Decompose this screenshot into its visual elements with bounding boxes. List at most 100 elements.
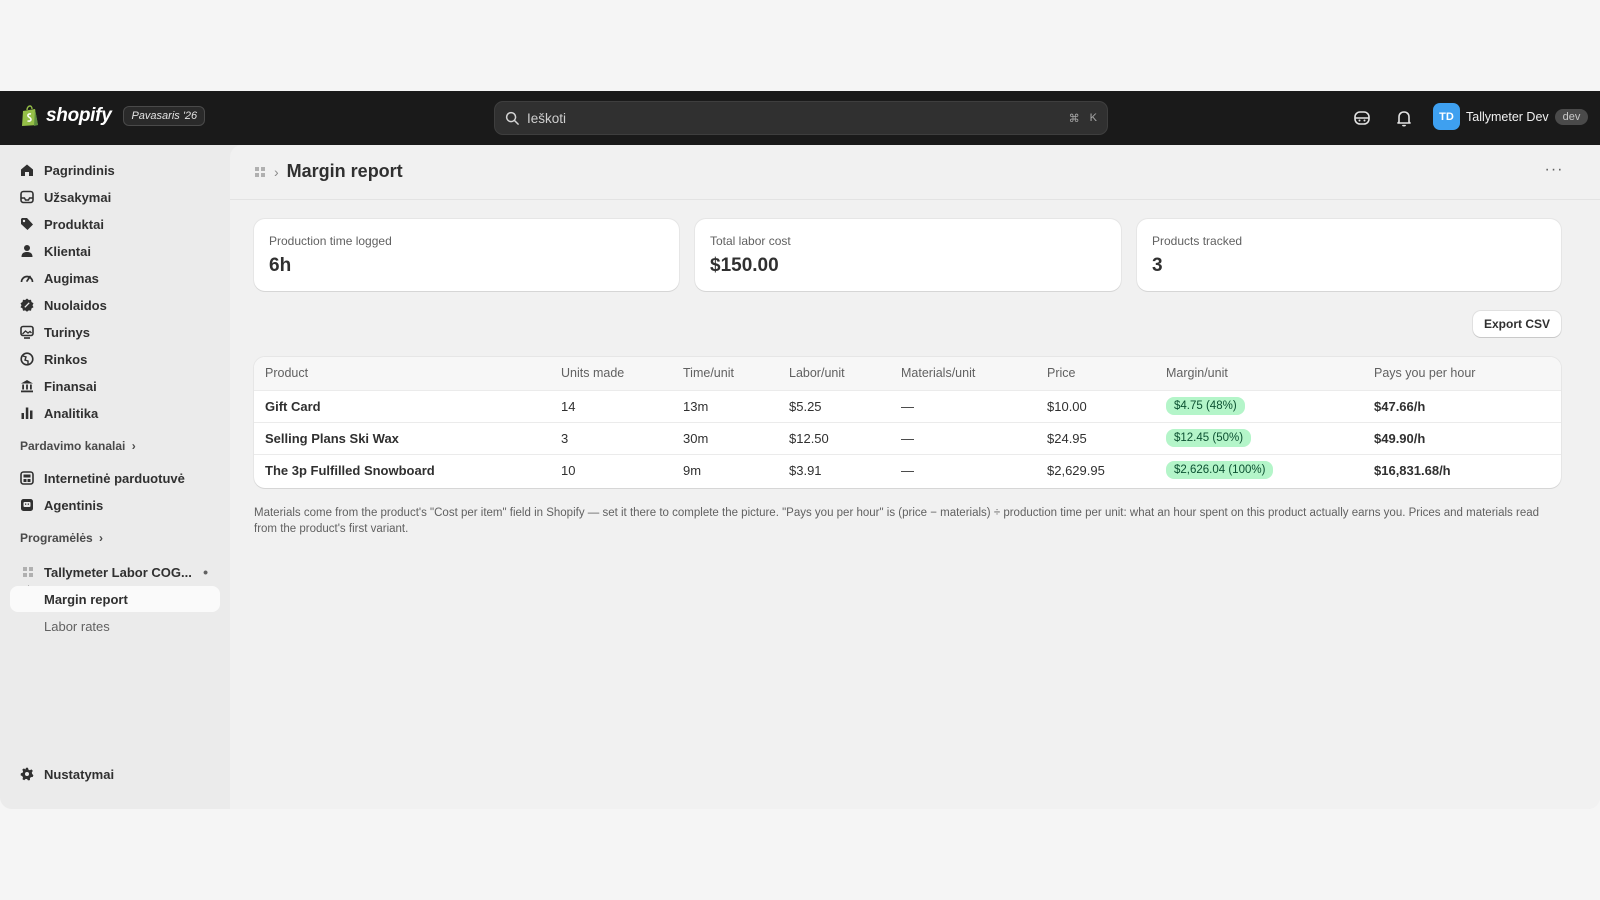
discount-icon — [20, 298, 34, 312]
export-csv-button[interactable]: Export CSV — [1472, 311, 1561, 337]
bell-icon[interactable] — [1394, 108, 1414, 128]
sidebar-subitem-labor-rates[interactable]: Labor rates — [10, 613, 220, 639]
sidebar-item-finance[interactable]: Finansai — [10, 373, 220, 399]
page-title: Margin report — [286, 161, 403, 181]
shopify-bag-icon — [22, 105, 38, 126]
bar-chart-icon — [21, 407, 33, 419]
app-grid-icon[interactable] — [254, 166, 266, 178]
apps-heading[interactable]: Programėlės › — [20, 531, 103, 545]
sidebar-item-customers[interactable]: Klientai — [10, 238, 220, 264]
sidebar-item-discounts[interactable]: Nuolaidos — [10, 292, 220, 318]
store-badge: dev — [1554, 108, 1589, 125]
stat-value: 3 — [1152, 255, 1163, 276]
logo-wordmark: shopify — [46, 105, 112, 126]
stat-card-labor-cost: Total labor cost $150.00 — [695, 219, 1121, 291]
sales-channels-label: Pardavimo kanalai — [20, 439, 126, 453]
pays-per-hour: $47.66/h — [1374, 398, 1426, 414]
shopify-logo[interactable]: shopify Pavasaris '26 — [20, 105, 206, 127]
sidebar-item-label: Nuolaidos — [44, 297, 107, 313]
stat-card-production-time: Production time logged 6h — [254, 219, 679, 291]
time-per-unit: 13m — [683, 398, 709, 414]
sidebar-item-orders[interactable]: Užsakymai — [10, 184, 220, 210]
sidekick-icon[interactable] — [1352, 108, 1372, 128]
sidebar-item-markets[interactable]: Rinkos — [10, 346, 220, 372]
sidebar-item-settings[interactable]: Nustatymai — [10, 761, 220, 787]
sidebar-subitem-margin-report[interactable]: Margin report — [10, 586, 220, 612]
search-bar[interactable]: Ieškoti ⌘ K — [494, 101, 1108, 135]
ellipsis-icon: ··· — [1544, 161, 1564, 178]
stat-label: Total labor cost — [710, 234, 791, 248]
column-header[interactable]: Units made — [550, 357, 672, 390]
edition-badge[interactable]: Pavasaris '26 — [123, 106, 206, 126]
top-bar: shopify Pavasaris '26 Ieškoti ⌘ K TD Tal… — [0, 91, 1600, 145]
sidebar-item-label: Turinys — [44, 324, 90, 340]
column-header[interactable]: Pays you per hour — [1363, 357, 1561, 390]
subitem-label: Margin report — [44, 591, 128, 607]
search-icon — [505, 111, 519, 125]
labor-per-unit: $5.25 — [789, 398, 822, 414]
margin-badge: $2,626.04 (100%) — [1166, 461, 1274, 480]
materials-per-unit: — — [901, 430, 914, 446]
margin-cell: $4.75 (48%) — [1155, 390, 1363, 422]
table-row[interactable]: Gift Card 14 13m $5.25 — $10.00 $4.75 (4… — [254, 390, 1561, 422]
product-name: Selling Plans Ski Wax — [265, 430, 399, 446]
units-made: 10 — [561, 462, 576, 478]
gauge-icon — [20, 275, 34, 283]
pays-per-hour: $16,831.68/h — [1374, 462, 1451, 478]
subitem-label: Labor rates — [44, 618, 110, 634]
search-input[interactable]: Ieškoti — [527, 111, 1059, 126]
time-per-unit: 9m — [683, 462, 702, 478]
sidebar-item-content[interactable]: Turinys — [10, 319, 220, 345]
sidebar-item-label: Internetinė parduotuvė — [44, 470, 185, 486]
sidebar-item-label: Augimas — [44, 270, 99, 286]
globe-icon — [20, 352, 34, 366]
time-per-unit: 30m — [683, 430, 709, 446]
sidebar-item-products[interactable]: Produktai — [10, 211, 220, 237]
shortcut-key: K — [1089, 112, 1097, 124]
account-menu[interactable]: TD Tallymeter Dev dev — [1433, 103, 1589, 130]
pin-dot-icon[interactable]: • — [203, 564, 208, 580]
sidebar: Pagrindinis Užsakymai Produktai Klientai… — [0, 145, 230, 809]
sidebar-item-home[interactable]: Pagrindinis — [10, 157, 220, 183]
column-header[interactable]: Materials/unit — [890, 357, 1036, 390]
store-icon — [20, 471, 34, 485]
sidebar-item-online-store[interactable]: Internetinė parduotuvė — [10, 465, 220, 491]
stat-label: Products tracked — [1152, 234, 1243, 248]
table-row[interactable]: Selling Plans Ski Wax 3 30m $12.50 — $24… — [254, 422, 1561, 454]
column-header[interactable]: Product — [254, 357, 550, 390]
sidebar-item-label: Pagrindinis — [44, 162, 115, 178]
sidebar-item-app[interactable]: Tallymeter Labor COG... • — [10, 559, 220, 585]
sidebar-item-label: Užsakymai — [44, 189, 112, 205]
sidebar-item-agentic[interactable]: Agentinis — [10, 492, 220, 518]
margin-table: Product Units made Time/unit Labor/unit … — [254, 357, 1561, 488]
product-name: Gift Card — [265, 398, 321, 414]
column-header[interactable]: Margin/unit — [1155, 357, 1363, 390]
stat-value: $150.00 — [710, 255, 779, 276]
column-header[interactable]: Time/unit — [672, 357, 778, 390]
column-header[interactable]: Price — [1036, 357, 1155, 390]
agent-icon — [21, 499, 33, 511]
sidebar-item-label: Klientai — [44, 243, 91, 259]
sidebar-item-analytics[interactable]: Analitika — [10, 400, 220, 426]
sales-channels-heading[interactable]: Pardavimo kanalai › — [20, 439, 136, 453]
column-header[interactable]: Labor/unit — [778, 357, 890, 390]
tag-icon — [21, 218, 33, 230]
price: $2,629.95 — [1047, 462, 1105, 478]
apps-label: Programėlės — [20, 531, 93, 545]
margin-badge: $12.45 (50%) — [1166, 429, 1252, 447]
table-row[interactable]: The 3p Fulfilled Snowboard 10 9m $3.91 —… — [254, 454, 1561, 486]
account-name: Tallymeter Dev — [1466, 109, 1549, 124]
labor-per-unit: $3.91 — [789, 462, 822, 478]
price: $10.00 — [1047, 398, 1087, 414]
materials-per-unit: — — [901, 462, 914, 478]
sidebar-item-label: Finansai — [44, 378, 97, 394]
stat-label: Production time logged — [269, 234, 392, 248]
sidebar-item-growth[interactable]: Augimas — [10, 265, 220, 291]
sidebar-item-label: Analitika — [44, 405, 99, 421]
content-icon — [20, 325, 34, 339]
table-header-row: Product Units made Time/unit Labor/unit … — [254, 357, 1561, 390]
price: $24.95 — [1047, 430, 1087, 446]
labor-per-unit: $12.50 — [789, 430, 829, 446]
margin-cell: $2,626.04 (100%) — [1155, 454, 1363, 486]
more-actions-button[interactable]: ··· — [1540, 161, 1568, 183]
